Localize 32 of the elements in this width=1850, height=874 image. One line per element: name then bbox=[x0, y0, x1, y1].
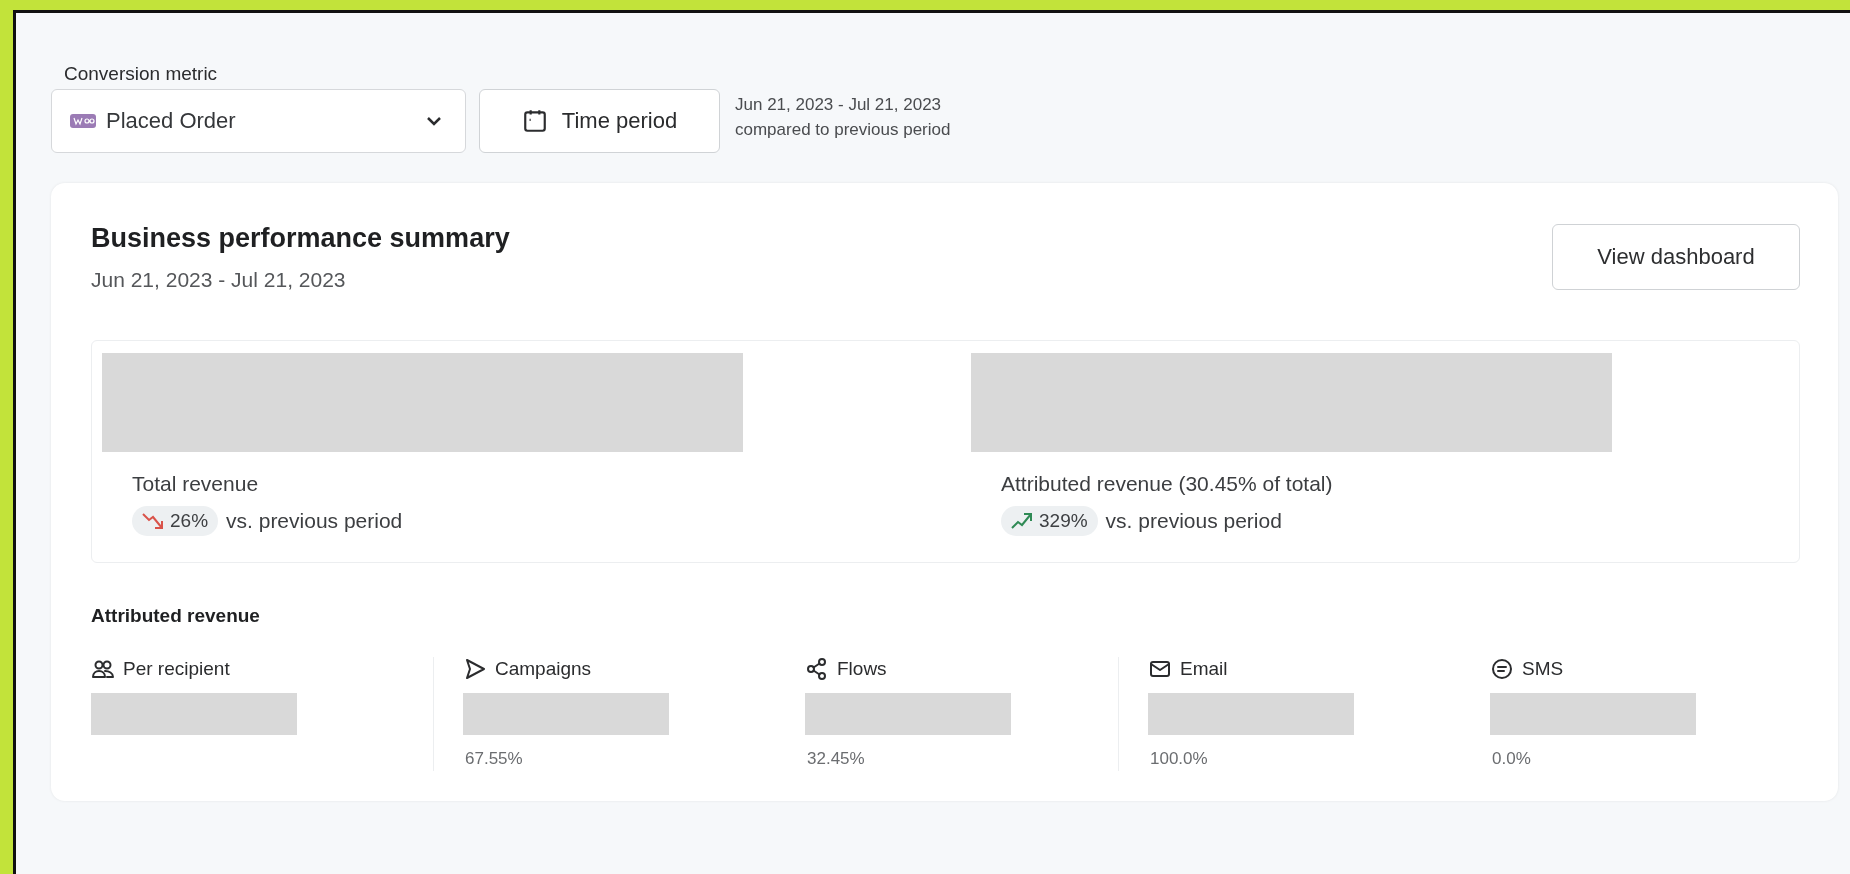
card-title: Business performance summary bbox=[91, 223, 510, 254]
section-title: Attributed revenue bbox=[91, 605, 261, 627]
trend-down-icon bbox=[142, 512, 164, 530]
trend-up-icon bbox=[1011, 512, 1033, 530]
metric-label: Total revenue bbox=[132, 472, 260, 496]
flow-icon bbox=[805, 657, 829, 681]
stat-label: Email bbox=[1180, 658, 1228, 680]
metric-dropdown[interactable]: Placed Order bbox=[51, 89, 466, 153]
chat-icon bbox=[1490, 657, 1514, 681]
change-badge: 26% bbox=[132, 506, 219, 536]
stat-label: Flows bbox=[837, 658, 887, 680]
metric-label: Attributed revenue (30.45% of total) bbox=[1001, 472, 1334, 496]
share-text: 32.45% bbox=[807, 749, 866, 769]
chevron-down-icon bbox=[425, 115, 443, 127]
stat-label: SMS bbox=[1522, 658, 1564, 680]
calendar-icon bbox=[521, 108, 548, 134]
share-text: 0.0% bbox=[1492, 749, 1532, 769]
date-range-text: Jun 21, 2023 - Jul 21, 2023 bbox=[91, 268, 347, 292]
comparison-text: compared to previous period bbox=[735, 119, 951, 140]
stat-label: Campaigns bbox=[495, 658, 592, 680]
share-text: 100.0% bbox=[1150, 749, 1209, 769]
store-logo-icon bbox=[70, 114, 96, 128]
change-badge: 329% bbox=[1001, 506, 1098, 536]
share-text: 67.55% bbox=[465, 749, 524, 769]
comparison-text: vs. previous period bbox=[1105, 509, 1282, 533]
stat-label: Per recipient bbox=[123, 658, 230, 680]
send-icon bbox=[463, 657, 487, 681]
date-range-text: Jun 21, 2023 - Jul 21, 2023 bbox=[735, 94, 943, 115]
comparison-text: vs. previous period bbox=[226, 509, 403, 533]
view-dashboard-button[interactable]: View dashboard bbox=[1552, 224, 1800, 290]
time-period-button[interactable]: Time period bbox=[479, 89, 720, 153]
field-label: Conversion metric bbox=[64, 63, 219, 85]
